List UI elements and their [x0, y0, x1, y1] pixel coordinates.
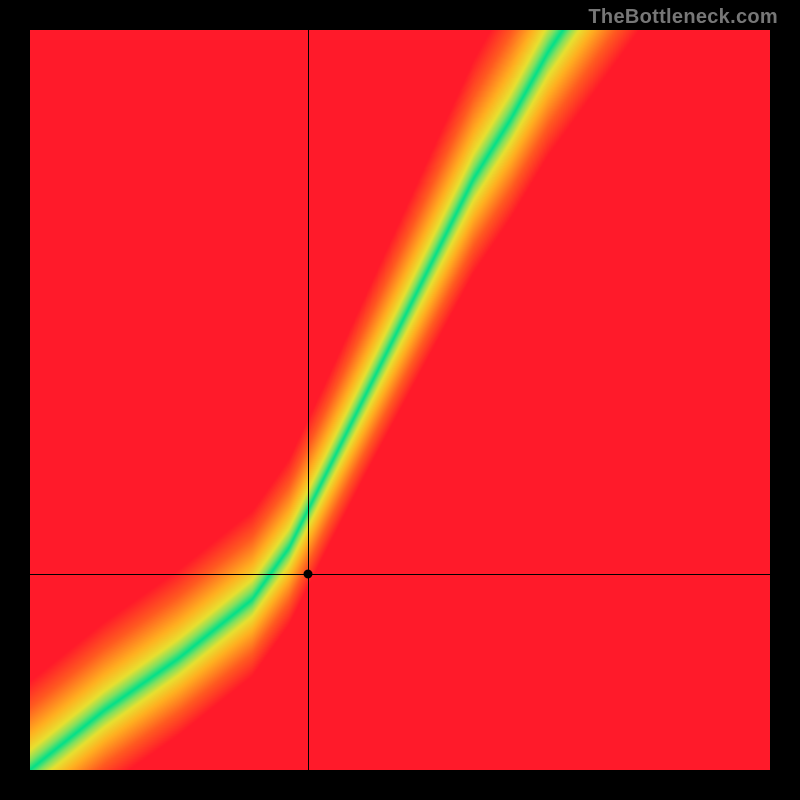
chart-container: TheBottleneck.com [0, 0, 800, 800]
watermark-text: TheBottleneck.com [588, 6, 778, 29]
heatmap-canvas [30, 30, 770, 770]
crosshair-vertical [308, 30, 309, 770]
data-point-marker [303, 569, 312, 578]
heatmap-plot [30, 30, 770, 770]
crosshair-horizontal [30, 574, 770, 575]
